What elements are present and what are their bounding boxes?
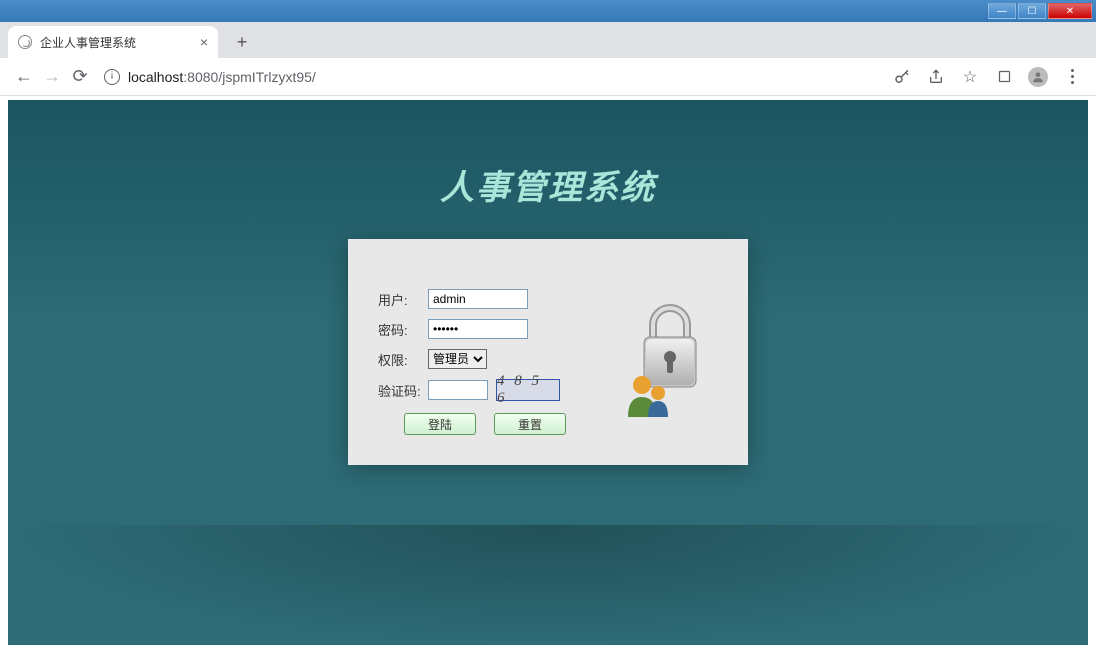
tab-title: 企业人事管理系统 <box>40 34 136 51</box>
reload-button[interactable]: ⟳ <box>66 63 94 91</box>
page-title: 人事管理系统 <box>8 160 1088 209</box>
tab-close-icon[interactable]: × <box>200 34 208 50</box>
page-viewport: 人事管理系统 用户: 密码: 权限: 管理员 验证码: 4 8 5 6 登陆 重… <box>0 96 1096 645</box>
key-icon[interactable] <box>888 63 916 91</box>
password-label: 密码: <box>378 320 428 339</box>
browser-tab-active[interactable]: 企业人事管理系统 × <box>8 26 218 58</box>
address-bar[interactable]: i localhost:8080/jspmITrlzyxt95/ <box>104 63 878 91</box>
extensions-icon[interactable] <box>990 63 1018 91</box>
window-titlebar: — ☐ ✕ <box>0 0 1096 22</box>
role-label: 权限: <box>378 350 428 369</box>
login-button[interactable]: 登陆 <box>404 413 476 435</box>
bookmark-star-icon[interactable]: ☆ <box>956 63 984 91</box>
reset-button[interactable]: 重置 <box>494 413 566 435</box>
menu-icon[interactable] <box>1058 63 1086 91</box>
password-input[interactable] <box>428 319 528 339</box>
captcha-image[interactable]: 4 8 5 6 <box>496 379 560 401</box>
window-minimize-button[interactable]: — <box>988 3 1016 19</box>
lock-users-icon <box>618 299 718 424</box>
globe-icon <box>18 35 32 49</box>
share-icon[interactable] <box>922 63 950 91</box>
username-input[interactable] <box>428 289 528 309</box>
forward-button[interactable]: → <box>38 63 66 91</box>
captcha-input[interactable] <box>428 380 488 400</box>
browser-toolbar: ← → ⟳ i localhost:8080/jspmITrlzyxt95/ ☆ <box>0 58 1096 96</box>
window-close-button[interactable]: ✕ <box>1048 3 1092 19</box>
role-select[interactable]: 管理员 <box>428 349 487 369</box>
url-text: localhost:8080/jspmITrlzyxt95/ <box>128 69 316 85</box>
user-label: 用户: <box>378 290 428 309</box>
window-maximize-button[interactable]: ☐ <box>1018 3 1046 19</box>
profile-avatar-icon[interactable] <box>1024 63 1052 91</box>
browser-tab-bar: 企业人事管理系统 × + <box>0 22 1096 58</box>
page-body: 人事管理系统 用户: 密码: 权限: 管理员 验证码: 4 8 5 6 登陆 重… <box>8 100 1088 645</box>
captcha-label: 验证码: <box>378 381 428 400</box>
new-tab-button[interactable]: + <box>228 28 256 56</box>
login-panel: 用户: 密码: 权限: 管理员 验证码: 4 8 5 6 登陆 重置 <box>348 239 748 465</box>
site-info-icon[interactable]: i <box>104 69 120 85</box>
toolbar-right: ☆ <box>888 63 1086 91</box>
back-button[interactable]: ← <box>10 63 38 91</box>
